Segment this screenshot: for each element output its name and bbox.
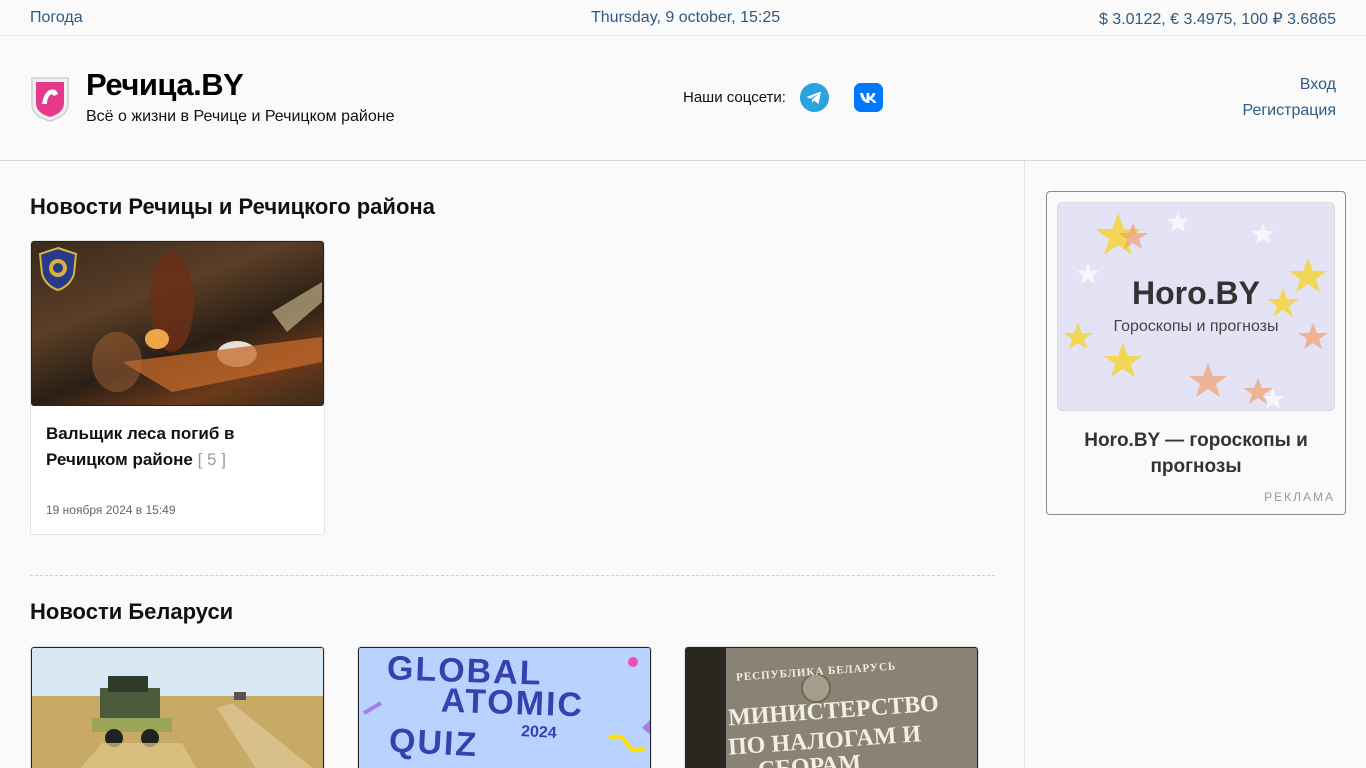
comment-count[interactable]: [ 5 ] bbox=[198, 450, 226, 469]
harvest-photo bbox=[32, 648, 323, 768]
news-card[interactable]: Вальщик леса погиб в Речицком районе [ 5… bbox=[30, 240, 325, 535]
login-link[interactable]: Вход bbox=[1300, 76, 1336, 94]
site-title[interactable]: Речица.BY bbox=[86, 67, 244, 103]
register-link[interactable]: Регистрация bbox=[1242, 102, 1336, 120]
news-card-image[interactable] bbox=[31, 647, 324, 768]
quiz-word-quiz: QUIZ bbox=[388, 721, 480, 765]
quiz-year: 2024 bbox=[520, 723, 558, 742]
telegram-icon[interactable] bbox=[800, 83, 829, 112]
vk-icon[interactable] bbox=[854, 83, 883, 112]
news-card-date: 19 ноября 2024 в 15:49 bbox=[46, 503, 176, 517]
rechitsa-coat-of-arms-icon[interactable] bbox=[30, 74, 70, 122]
ad-tagline: Гороскопы и прогнозы bbox=[1113, 318, 1279, 335]
news-card-image[interactable]: GLOBAL ATOMIC QUIZ 2024 bbox=[358, 647, 651, 768]
currency-rates[interactable]: $ 3.0122, € 3.4975, 100 ₽ 3.6865 bbox=[1099, 9, 1336, 29]
top-bar: Погода Thursday, 9 october, 15:25 $ 3.01… bbox=[0, 0, 1366, 36]
belarus-news-heading: Новости Беларуси bbox=[30, 599, 234, 624]
news-card[interactable]: РЕСПУБЛИКА БЕЛАРУСЬ МИНИСТЕРСТВО ПО НАЛО… bbox=[684, 646, 979, 768]
ad-title[interactable]: Horo.BY — гороскопы и прогнозы bbox=[1067, 428, 1325, 480]
ad-brand: Horo.BY bbox=[1132, 275, 1260, 311]
news-card-image[interactable] bbox=[31, 241, 324, 406]
social-label: Наши соцсети: bbox=[683, 89, 786, 106]
current-date: Thursday, 9 october, 15:25 bbox=[591, 9, 781, 26]
main-content: Новости Речицы и Речицкого района Вальщи… bbox=[0, 161, 1025, 768]
site-header: Речица.BY Всё о жизни в Речице и Речицко… bbox=[0, 37, 1366, 161]
news-card-title[interactable]: Вальщик леса погиб в Речицком районе [ 5… bbox=[46, 421, 311, 473]
section-divider bbox=[30, 575, 995, 576]
sidebar-ad[interactable]: Horo.BY Гороскопы и прогнозы Horo.BY — г… bbox=[1046, 191, 1346, 515]
ad-image[interactable]: Horo.BY Гороскопы и прогнозы bbox=[1057, 202, 1335, 411]
weather-link[interactable]: Погода bbox=[30, 9, 83, 27]
ad-label: РЕКЛАМА bbox=[1264, 490, 1335, 504]
news-card[interactable]: GLOBAL ATOMIC QUIZ 2024 bbox=[357, 646, 652, 768]
local-news-heading: Новости Речицы и Речицкого района bbox=[30, 194, 435, 219]
investigative-committee-emblem-icon bbox=[38, 246, 78, 292]
news-card[interactable] bbox=[30, 646, 325, 768]
news-card-image[interactable]: РЕСПУБЛИКА БЕЛАРУСЬ МИНИСТЕРСТВО ПО НАЛО… bbox=[685, 647, 978, 768]
site-subtitle: Всё о жизни в Речице и Речицком районе bbox=[86, 108, 395, 125]
quiz-word-atomic: ATOMIC bbox=[440, 681, 585, 725]
